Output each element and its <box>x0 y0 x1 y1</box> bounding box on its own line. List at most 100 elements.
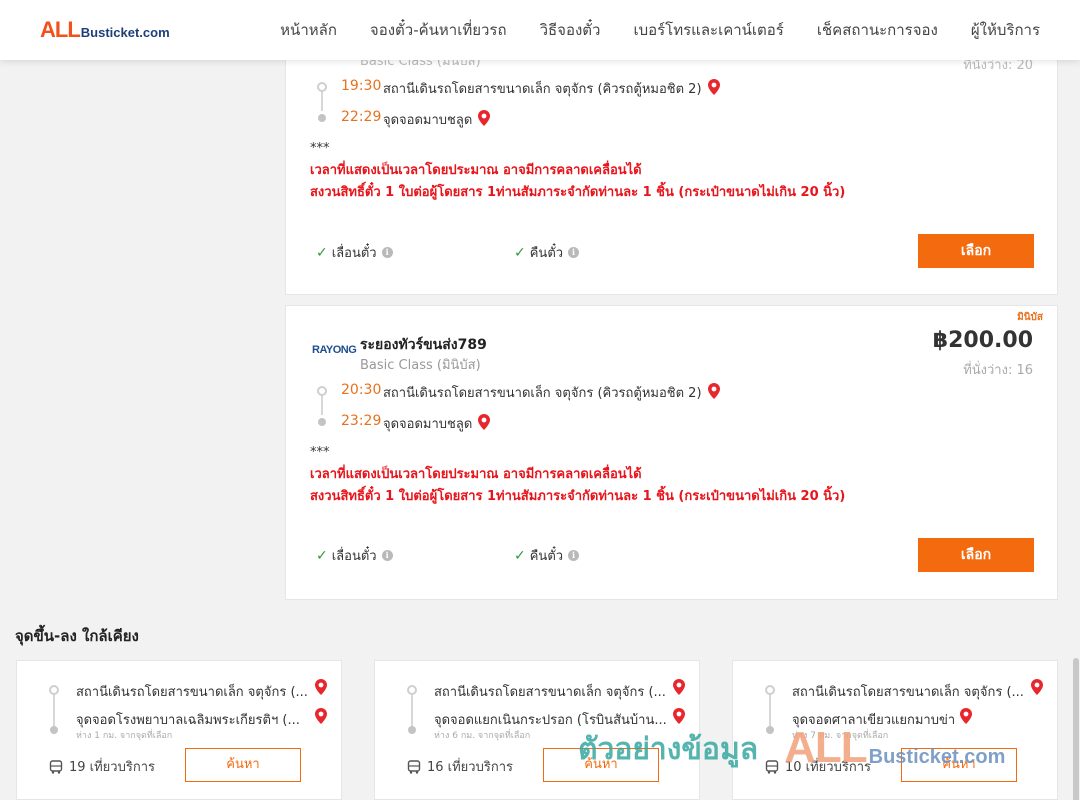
page-scrollbar[interactable] <box>1072 60 1080 800</box>
nearby-origin: สถานีเดินรถโดยสารขนาดเล็ก จตุจักร (... <box>434 685 666 700</box>
note-time-warning: เวลาที่แสดงเป็นเวลาโดยประมาณ อาจมีการคลา… <box>310 163 642 178</box>
check-icon: ✓ <box>316 547 328 564</box>
destination-dot <box>50 726 58 734</box>
feature-label: คืนตั๋ว <box>529 246 564 261</box>
nearby-distance: ห่าง 7 กม. จากจุดที่เลือก <box>792 731 889 741</box>
nearby-destination: จุดจอดศาลาเขียวแยกมาบข่า <box>792 713 956 728</box>
nearby-stop-card: สถานีเดินรถโดยสารขนาดเล็ก จตุจักร (... จ… <box>16 660 342 800</box>
ticket-price: ฿200.00 <box>932 328 1033 353</box>
destination-dot <box>318 114 326 122</box>
note-stars: *** <box>310 445 330 460</box>
logo-busticket-text: Busticket.com <box>80 25 170 40</box>
nav-contacts-counters[interactable]: เบอร์โทรและเคาน์เตอร์ <box>633 18 783 42</box>
info-icon[interactable]: i <box>381 247 393 258</box>
info-icon[interactable]: i <box>568 247 580 258</box>
bus-class: Basic Class (มินิบัส) <box>360 358 481 373</box>
info-icon[interactable]: i <box>381 550 393 561</box>
operator-logo: RAYONG <box>312 342 357 358</box>
scrollbar-thumb[interactable] <box>1073 658 1079 800</box>
trip-count-label: 16 เที่ยวบริการ <box>427 760 513 775</box>
arrival-stop: 22:29 จุดจอดมาบชลูด <box>312 107 1012 138</box>
note-stars: *** <box>310 141 330 156</box>
map-pin-icon[interactable] <box>707 79 720 95</box>
top-navbar: ALL Busticket.com หน้าหลัก จองตั๋ว-ค้นหา… <box>0 0 1080 60</box>
destination-dot <box>766 726 774 734</box>
arrival-stop-name: จุดจอดมาบชลูด <box>383 413 491 434</box>
nearby-distance: ห่าง 1 กม. จากจุดที่เลือก <box>76 731 173 741</box>
trip-count-label: 19 เที่ยวบริการ <box>69 760 155 775</box>
map-pin-icon[interactable] <box>673 708 685 724</box>
map-pin-icon[interactable] <box>673 679 685 695</box>
departure-stop-name: สถานีเดินรถโดยสารขนาดเล็ก จตุจักร (คิวรถ… <box>383 78 720 99</box>
operator-name: ระยองทัวร์ขนส่ง789 <box>360 337 487 353</box>
bus-icon <box>49 759 63 774</box>
feature-refund: ✓ คืนตั๋ว i <box>514 545 580 566</box>
nearby-origin: สถานีเดินรถโดยสารขนาดเล็ก จตุจักร (... <box>792 685 1024 700</box>
origin-dot <box>407 685 417 695</box>
departure-time: 20:30 <box>341 382 382 398</box>
map-pin-icon[interactable] <box>478 110 491 126</box>
feature-label: เลื่อนตั๋ว <box>331 246 377 261</box>
bus-icon <box>765 759 779 774</box>
search-button[interactable]: ค้นหา <box>901 748 1017 782</box>
info-icon[interactable]: i <box>568 550 580 561</box>
departure-stop-label: สถานีเดินรถโดยสารขนาดเล็ก จตุจักร (คิวรถ… <box>383 386 702 401</box>
origin-dot <box>317 386 327 396</box>
select-trip-button[interactable]: เลือก <box>918 538 1034 572</box>
map-pin-icon[interactable] <box>1031 679 1043 695</box>
nav-operators[interactable]: ผู้ให้บริการ <box>971 18 1040 42</box>
main-menu: หน้าหลัก จองตั๋ว-ค้นหาเที่ยวรถ วิธีจองตั… <box>247 0 1040 60</box>
nav-how-to-book[interactable]: วิธีจองตั๋ว <box>540 18 601 42</box>
departure-stop: 19:30 สถานีเดินรถโดยสารขนาดเล็ก จตุจักร … <box>312 76 1012 111</box>
map-pin-icon[interactable] <box>478 414 491 430</box>
map-pin-icon[interactable] <box>315 679 327 695</box>
departure-stop: 20:30 สถานีเดินรถโดยสารขนาดเล็ก จตุจักร … <box>312 380 1012 415</box>
origin-dot <box>49 685 59 695</box>
vehicle-type-badge: มินิบัส <box>1017 312 1043 323</box>
available-seats: ที่นั่งว่าง: 16 <box>963 363 1033 378</box>
departure-stop-name: สถานีเดินรถโดยสารขนาดเล็ก จตุจักร (คิวรถ… <box>383 382 720 403</box>
trip-count: 16 เที่ยวบริการ <box>407 756 513 777</box>
nav-check-booking[interactable]: เช็คสถานะการจอง <box>817 18 938 42</box>
map-pin-icon[interactable] <box>960 708 972 724</box>
search-button[interactable]: ค้นหา <box>543 748 659 782</box>
nearby-stop-card: สถานีเดินรถโดยสารขนาดเล็ก จตุจักร (... จ… <box>374 660 700 800</box>
destination-dot <box>408 726 416 734</box>
map-pin-icon[interactable] <box>315 708 327 724</box>
feature-reschedule: ✓ เลื่อนตั๋ว i <box>316 242 393 263</box>
trip-note: *** เวลาที่แสดงเป็นเวลาโดยประมาณ อาจมีกา… <box>310 442 845 508</box>
nearby-stops-heading: จุดขึ้น-ลง ใกล้เคียง <box>15 627 139 645</box>
map-pin-icon[interactable] <box>707 383 720 399</box>
arrival-time: 23:29 <box>341 413 382 429</box>
trip-count: 19 เที่ยวบริการ <box>49 756 155 777</box>
nav-home[interactable]: หน้าหลัก <box>280 18 337 42</box>
check-icon: ✓ <box>514 547 526 564</box>
check-icon: ✓ <box>514 244 526 261</box>
nearby-destination: จุดจอดแยกเนินกระปรอก (โรบินสันบ้าน... <box>434 713 667 728</box>
select-trip-button[interactable]: เลือก <box>918 234 1034 268</box>
note-luggage-policy: สงวนสิทธิ์ตั๋ว 1 ใบต่อผู้โดยสาร 1ท่านสัม… <box>310 185 846 200</box>
trip-card: Basic Class (มินิบัส) ที่นั่งว่าง: 20 19… <box>285 30 1058 295</box>
arrival-stop-label: จุดจอดมาบชลูด <box>383 417 473 432</box>
nearby-distance: ห่าง 6 กม. จากจุดที่เลือก <box>434 731 531 741</box>
bus-icon <box>407 759 421 774</box>
feature-refund: ✓ คืนตั๋ว i <box>514 242 580 263</box>
nav-book-search[interactable]: จองตั๋ว-ค้นหาเที่ยวรถ <box>370 18 507 42</box>
route-stops: 19:30 สถานีเดินรถโดยสารขนาดเล็ก จตุจักร … <box>312 76 1012 138</box>
nearby-destination: จุดจอดโรงพยาบาลเฉลิมพระเกียรติฯ (... <box>76 713 300 728</box>
arrival-time: 22:29 <box>341 109 382 125</box>
search-button[interactable]: ค้นหา <box>185 748 301 782</box>
destination-dot <box>318 418 326 426</box>
arrival-stop: 23:29 จุดจอดมาบชลูด <box>312 411 1012 442</box>
logo-all-text: ALL <box>40 17 81 42</box>
feature-reschedule: ✓ เลื่อนตั๋ว i <box>316 545 393 566</box>
note-time-warning: เวลาที่แสดงเป็นเวลาโดยประมาณ อาจมีการคลา… <box>310 467 642 482</box>
trip-card: มินิบัส RAYONG ระยองทัวร์ขนส่ง789 Basic … <box>285 305 1058 600</box>
feature-label: คืนตั๋ว <box>529 549 564 564</box>
route-stops: 20:30 สถานีเดินรถโดยสารขนาดเล็ก จตุจักร … <box>312 380 1012 442</box>
check-icon: ✓ <box>316 244 328 261</box>
trip-count-label: 10 เที่ยวบริการ <box>785 760 871 775</box>
site-logo[interactable]: ALL Busticket.com <box>40 18 170 42</box>
trip-note: *** เวลาที่แสดงเป็นเวลาโดยประมาณ อาจมีกา… <box>310 138 845 204</box>
feature-label: เลื่อนตั๋ว <box>331 549 377 564</box>
